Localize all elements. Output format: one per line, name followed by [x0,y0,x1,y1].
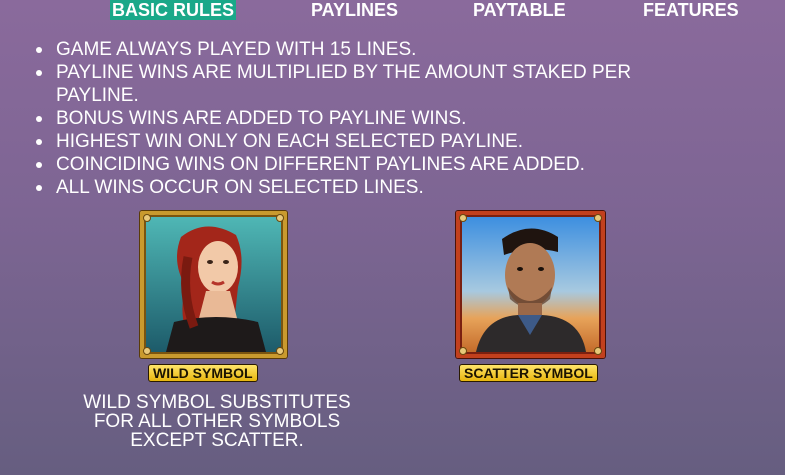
wild-symbol-image [146,217,281,352]
scatter-symbol-card: SCATTER SYMBOL [456,211,606,382]
tab-bar: BASIC RULES PAYLINES PAYTABLE FEATURES [0,0,785,22]
rule-item: BONUS WINS ARE ADDED TO PAYLINE WINS. [35,107,755,130]
rule-item: ALL WINS OCCUR ON SELECTED LINES. [35,176,755,199]
rule-item: GAME ALWAYS PLAYED WITH 15 LINES. [35,38,755,61]
tab-basic-rules[interactable]: BASIC RULES [110,0,237,20]
wild-symbol-frame [140,211,287,358]
basic-rules-list: GAME ALWAYS PLAYED WITH 15 LINES. PAYLIN… [35,38,755,199]
rule-item: HIGHEST WIN ONLY ON EACH SELECTED PAYLIN… [35,130,755,153]
wild-symbol-card: WILD SYMBOL [140,211,288,382]
wild-symbol-description: WILD SYMBOL SUBSTITUTES FOR ALL OTHER SY… [83,392,351,451]
rule-item: PAYLINE WINS ARE MULTIPLIED BY THE AMOUN… [35,61,696,107]
scatter-symbol-image [462,217,599,352]
wild-symbol-label: WILD SYMBOL [148,364,258,382]
tab-paylines[interactable]: PAYLINES [311,0,398,20]
tab-paytable[interactable]: PAYTABLE [473,0,566,20]
scatter-symbol-frame [456,211,605,358]
scatter-symbol-label: SCATTER SYMBOL [459,364,598,382]
rule-item: COINCIDING WINS ON DIFFERENT PAYLINES AR… [35,153,755,176]
tab-features[interactable]: FEATURES [643,0,739,20]
